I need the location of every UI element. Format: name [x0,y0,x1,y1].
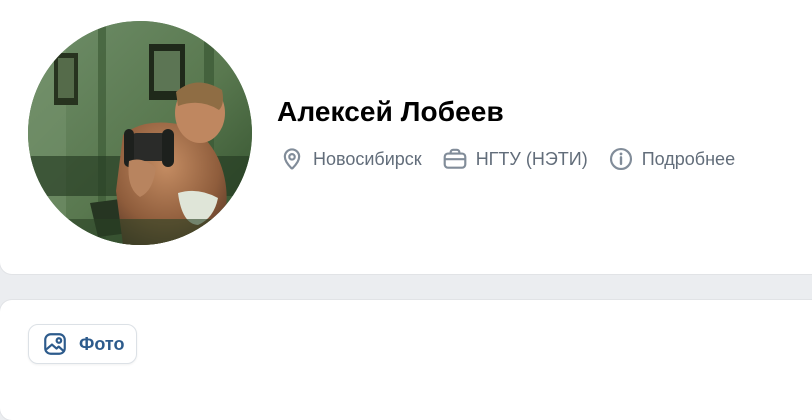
profile-details-label: Подробнее [641,149,736,169]
profile-education[interactable]: НГТУ (НЭТИ) [442,146,588,172]
briefcase-icon [443,148,467,169]
info-icon [609,147,632,171]
profile-education-label: НГТУ (НЭТИ) [475,149,588,169]
avatar-photo [28,21,252,245]
profile-name: Алексей Лобеев [277,96,504,127]
profile-tabs-card: Фото [0,300,812,420]
profile-city[interactable]: Новосибирск [279,146,422,172]
profile-details-link[interactable]: Подробнее [608,146,735,172]
profile-card: Алексей Лобеев Новосибирск НГТУ (НЭТИ) П… [0,0,812,274]
profile-info-row: Новосибирск НГТУ (НЭТИ) Подробнее [279,144,755,174]
image-icon [44,333,66,355]
profile-avatar[interactable] [28,21,252,245]
photo-button[interactable]: Фото [28,324,138,364]
location-pin-icon [283,148,301,170]
photo-button-label: Фото [79,334,125,354]
profile-city-label: Новосибирск [313,149,422,169]
